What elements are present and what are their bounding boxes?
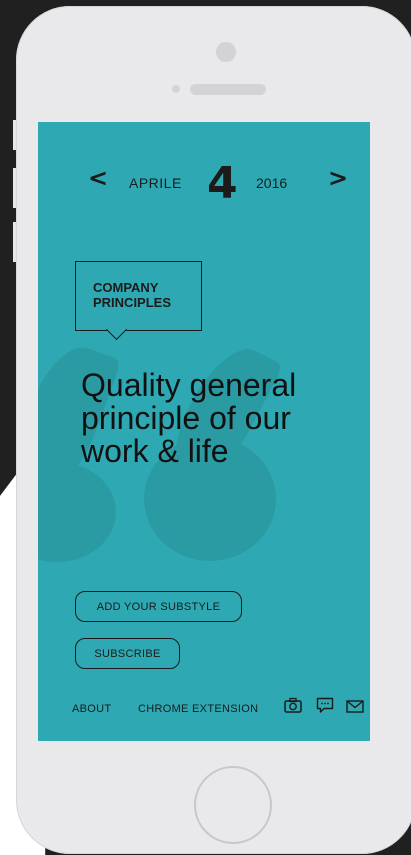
subscribe-button[interactable]: SUBSCRIBE xyxy=(75,638,180,669)
front-camera xyxy=(216,42,236,62)
category-badge-line1: COMPANY xyxy=(93,280,159,295)
principle-headline: Quality general principle of our work & … xyxy=(81,369,370,468)
category-badge: COMPANY PRINCIPLES xyxy=(75,261,202,331)
earpiece-speaker xyxy=(190,84,266,95)
home-button[interactable] xyxy=(194,766,272,844)
chrome-extension-link[interactable]: CHROME EXTENSION xyxy=(138,703,258,715)
date-day: 4 xyxy=(207,158,238,209)
app-screen: < APRILE 4 2016 > COMPANY PRINCIPLES Qua… xyxy=(38,122,370,741)
about-link[interactable]: ABOUT xyxy=(72,703,111,715)
add-substyle-button[interactable]: ADD YOUR SUBSTYLE xyxy=(75,591,242,622)
headline-line1: Quality general xyxy=(81,367,297,403)
date-month: APRILE xyxy=(129,175,182,191)
previous-date-button[interactable]: < xyxy=(88,164,108,192)
camera-icon[interactable] xyxy=(284,697,302,713)
chat-icon[interactable] xyxy=(316,697,334,714)
date-navigator: < APRILE 4 2016 > xyxy=(38,158,370,222)
category-badge-line2: PRINCIPLES xyxy=(93,295,172,310)
next-date-button[interactable]: > xyxy=(328,164,348,192)
headline-line3: work & life xyxy=(81,433,229,469)
proximity-sensor xyxy=(172,85,180,93)
headline-line2: principle of our xyxy=(81,400,291,436)
date-year: 2016 xyxy=(256,175,288,191)
mail-icon[interactable] xyxy=(346,700,364,713)
